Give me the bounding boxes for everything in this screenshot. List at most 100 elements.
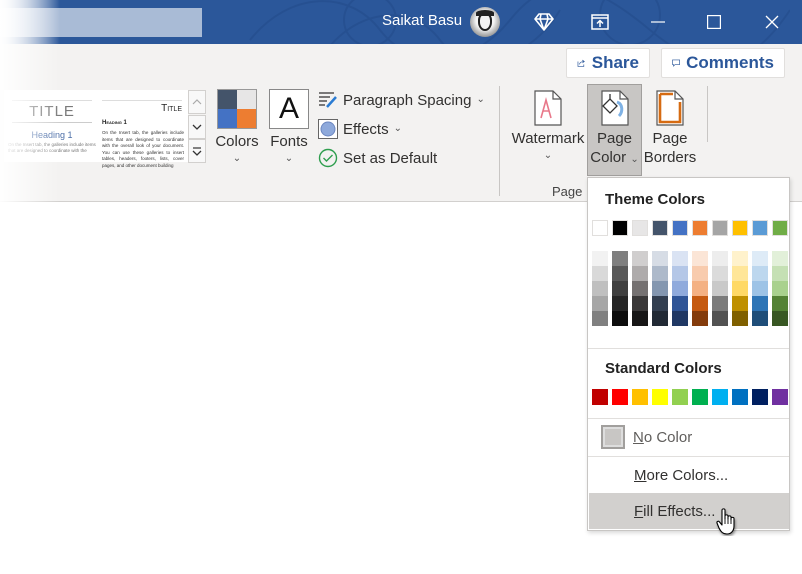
theme-shade-swatch[interactable]	[712, 251, 728, 266]
fonts-button[interactable]: A Fonts ⌄	[268, 89, 310, 164]
theme-shade-swatch[interactable]	[692, 311, 708, 326]
diamond-icon[interactable]	[532, 10, 556, 34]
comments-button[interactable]: Comments	[661, 48, 785, 78]
theme-color-swatch[interactable]	[752, 220, 768, 236]
chevron-down-icon: ⌄	[476, 94, 485, 105]
theme-shade-swatch[interactable]	[712, 311, 728, 326]
theme-shade-swatch[interactable]	[652, 281, 668, 296]
standard-color-swatch[interactable]	[652, 389, 668, 405]
theme-shade-swatch[interactable]	[592, 311, 608, 326]
theme-color-swatch[interactable]	[712, 220, 728, 236]
theme-color-swatch[interactable]	[632, 220, 648, 236]
gallery-scroll-up-button[interactable]	[188, 90, 206, 114]
theme-color-swatch[interactable]	[732, 220, 748, 236]
theme-shade-swatch[interactable]	[752, 251, 768, 266]
theme-shade-swatch[interactable]	[632, 281, 648, 296]
effects-button[interactable]: Effects ⌄	[318, 117, 402, 141]
theme-shade-swatch[interactable]	[672, 296, 688, 311]
theme-shade-swatch[interactable]	[772, 311, 788, 326]
maximize-icon[interactable]	[702, 10, 726, 34]
theme-shade-swatch[interactable]	[652, 296, 668, 311]
theme-shade-swatch[interactable]	[612, 311, 628, 326]
theme-shade-swatch[interactable]	[772, 281, 788, 296]
theme-shade-swatch[interactable]	[672, 281, 688, 296]
fill-effects-menu-item[interactable]: Fill Effects...	[589, 493, 789, 529]
gallery-more-button[interactable]	[188, 139, 206, 163]
theme-shade-swatch[interactable]	[592, 266, 608, 281]
page-color-label-line2: Color	[590, 149, 627, 166]
theme-shade-swatch[interactable]	[612, 281, 628, 296]
standard-color-swatch[interactable]	[632, 389, 648, 405]
theme-color-swatch[interactable]	[692, 220, 708, 236]
theme-shade-swatch[interactable]	[752, 281, 768, 296]
theme-shade-swatch[interactable]	[632, 251, 648, 266]
theme-color-swatch[interactable]	[612, 220, 628, 236]
theme-color-swatch[interactable]	[652, 220, 668, 236]
theme-shade-swatch[interactable]	[692, 266, 708, 281]
theme-shade-swatch[interactable]	[612, 266, 628, 281]
theme-shade-swatch[interactable]	[612, 251, 628, 266]
style-set-item[interactable]: TITLE Heading 1 On the Insert tab, the g…	[4, 90, 96, 162]
theme-shade-swatch[interactable]	[732, 251, 748, 266]
no-color-menu-item[interactable]: No Color	[589, 419, 789, 455]
theme-shade-swatch[interactable]	[672, 251, 688, 266]
theme-shade-swatch[interactable]	[712, 266, 728, 281]
theme-shade-swatch[interactable]	[612, 296, 628, 311]
standard-color-swatch[interactable]	[752, 389, 768, 405]
theme-shade-swatch[interactable]	[632, 311, 648, 326]
theme-color-swatch[interactable]	[672, 220, 688, 236]
colors-label: Colors	[215, 133, 259, 150]
page-borders-button[interactable]: Page Borders	[644, 90, 696, 167]
watermark-button[interactable]: Watermark ⌄	[510, 90, 586, 161]
theme-shade-swatch[interactable]	[692, 281, 708, 296]
theme-shade-swatch[interactable]	[592, 296, 608, 311]
standard-color-swatch[interactable]	[732, 389, 748, 405]
avatar[interactable]	[470, 7, 500, 37]
minimize-icon[interactable]	[646, 10, 670, 34]
theme-shade-swatch[interactable]	[712, 296, 728, 311]
more-colors-menu-item[interactable]: More Colors...	[589, 457, 789, 493]
theme-shade-swatch[interactable]	[732, 281, 748, 296]
standard-color-swatch[interactable]	[612, 389, 628, 405]
theme-shade-swatch[interactable]	[652, 311, 668, 326]
theme-shade-swatch[interactable]	[672, 266, 688, 281]
theme-shade-swatch[interactable]	[632, 266, 648, 281]
theme-shade-swatch[interactable]	[732, 296, 748, 311]
standard-color-swatch[interactable]	[772, 389, 788, 405]
theme-shade-swatch[interactable]	[592, 251, 608, 266]
share-button[interactable]: Share	[566, 48, 650, 78]
theme-color-swatch[interactable]	[592, 220, 608, 236]
theme-shade-swatch[interactable]	[712, 281, 728, 296]
theme-shade-swatch[interactable]	[772, 296, 788, 311]
theme-shade-swatch[interactable]	[692, 251, 708, 266]
theme-shade-swatch[interactable]	[752, 296, 768, 311]
theme-shade-column	[752, 251, 768, 326]
page-color-button-content[interactable]: Page Color ⌄	[587, 90, 642, 167]
theme-shade-swatch[interactable]	[652, 251, 668, 266]
theme-shade-swatch[interactable]	[672, 311, 688, 326]
theme-shade-swatch[interactable]	[652, 266, 668, 281]
standard-color-swatch[interactable]	[592, 389, 608, 405]
standard-color-swatch[interactable]	[692, 389, 708, 405]
standard-color-swatch[interactable]	[712, 389, 728, 405]
theme-shade-swatch[interactable]	[692, 296, 708, 311]
theme-shade-swatch[interactable]	[772, 266, 788, 281]
theme-shade-swatch[interactable]	[732, 266, 748, 281]
close-icon[interactable]	[760, 10, 784, 34]
theme-shade-swatch[interactable]	[752, 266, 768, 281]
theme-shade-swatch[interactable]	[772, 251, 788, 266]
theme-shade-swatch[interactable]	[592, 281, 608, 296]
theme-shade-swatch[interactable]	[632, 296, 648, 311]
gallery-scroll-down-button[interactable]	[188, 115, 206, 139]
style-set-item[interactable]: Title Heading 1 On the Insert tab, the g…	[98, 90, 188, 168]
theme-shade-swatch[interactable]	[752, 311, 768, 326]
ribbon-display-options-icon[interactable]	[588, 10, 612, 34]
search-box[interactable]	[0, 8, 202, 37]
colors-button[interactable]: Colors ⌄	[215, 89, 259, 164]
paragraph-spacing-button[interactable]: Paragraph Spacing ⌄	[318, 88, 485, 112]
user-name[interactable]: Saikat Basu	[382, 12, 462, 29]
set-as-default-button[interactable]: Set as Default	[318, 146, 437, 170]
theme-shade-swatch[interactable]	[732, 311, 748, 326]
theme-color-swatch[interactable]	[772, 220, 788, 236]
standard-color-swatch[interactable]	[672, 389, 688, 405]
